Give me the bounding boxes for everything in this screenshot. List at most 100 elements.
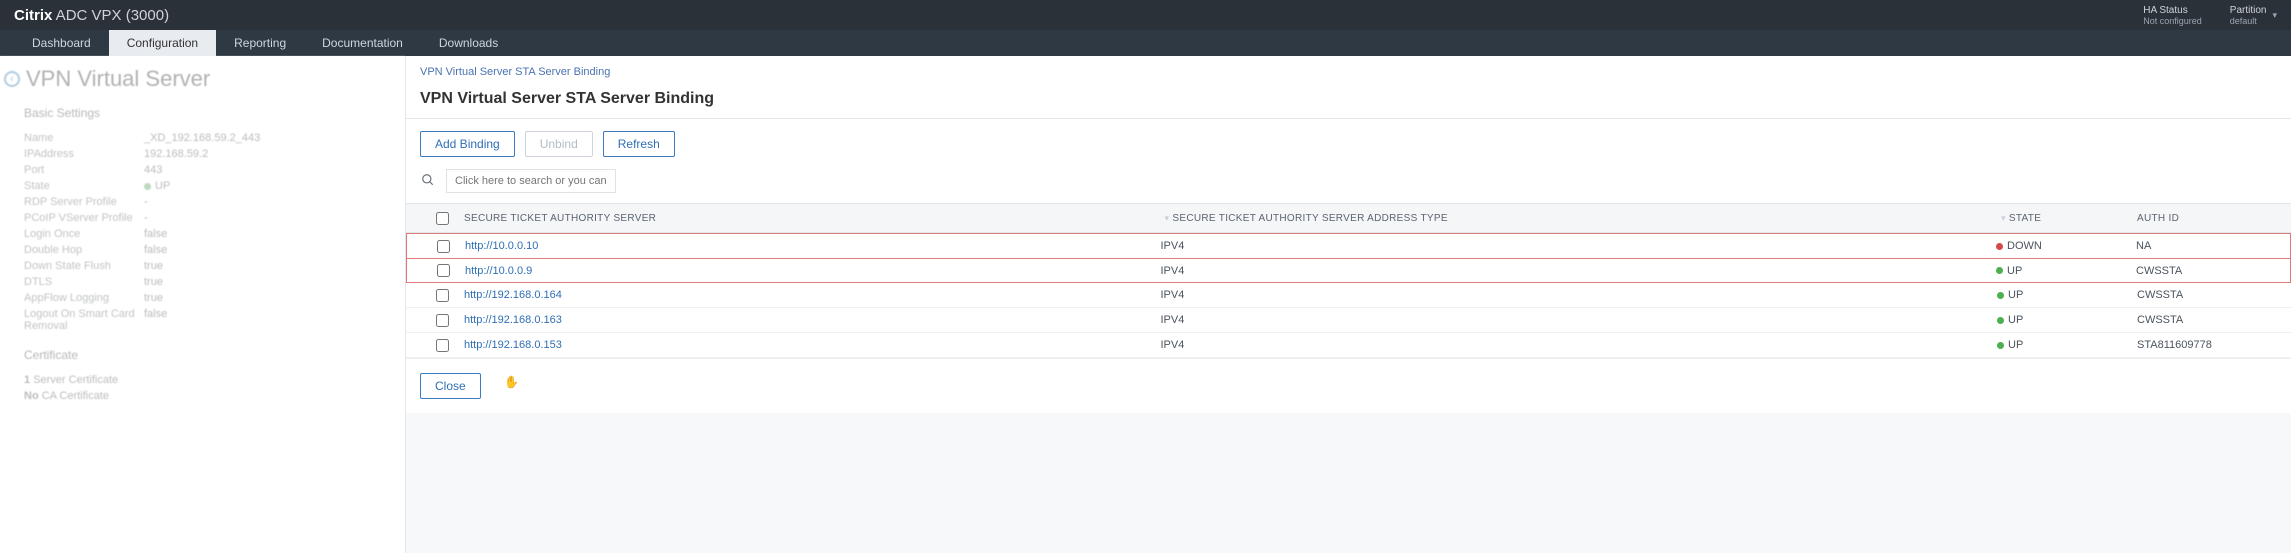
left-panel: ‹ VPN Virtual Server Basic Settings Name… [0, 56, 405, 553]
row-auth-id: CWSSTA [2137, 314, 2277, 326]
row-checkbox[interactable] [437, 240, 450, 253]
nav-downloads[interactable]: Downloads [421, 30, 516, 56]
row-checkbox-cell [420, 339, 464, 352]
select-all-checkbox[interactable] [436, 212, 449, 225]
row-sta-server[interactable]: http://10.0.0.9 [465, 265, 825, 277]
certificate-header: Certificate [24, 348, 405, 362]
brand-light: ADC VPX (3000) [52, 7, 169, 24]
dialog-title: VPN Virtual Server STA Server Binding [406, 84, 2291, 119]
row-checkbox-cell [420, 314, 464, 327]
cert-ca[interactable]: No CA Certificate [0, 388, 405, 404]
brand: Citrix ADC VPX (3000) [14, 7, 169, 24]
table-row[interactable]: http://10.0.0.9 IPV4 UPCWSSTA [406, 258, 2291, 283]
row-checkbox[interactable] [436, 339, 449, 352]
ha-status[interactable]: HA Status Not configured [2143, 5, 2202, 26]
add-binding-button[interactable]: Add Binding [420, 131, 515, 157]
row-auth-id: CWSSTA [2137, 289, 2277, 301]
select-all-cell [420, 212, 464, 225]
field-appflow: AppFlow Loggingtrue [0, 290, 405, 306]
field-rdp: RDP Server Profile- [0, 194, 405, 210]
sort-icon: ▾ [1165, 213, 1170, 223]
row-state: UP [1997, 314, 2137, 326]
partition-label: Partition [2230, 5, 2267, 16]
chevron-down-icon: ▾ [2272, 10, 2277, 21]
field-down-state-flush: Down State Flushtrue [0, 258, 405, 274]
partition-selector[interactable]: Partition default ▾ [2230, 5, 2277, 26]
row-auth-id: STA811609778 [2137, 339, 2277, 351]
col-addr-type[interactable]: ▾ SECURE TICKET AUTHORITY SERVER ADDRESS… [1161, 213, 1661, 224]
row-checkbox-cell [420, 289, 464, 302]
refresh-button[interactable]: Refresh [603, 131, 675, 157]
col-state[interactable]: ▾ STATE [1997, 213, 2137, 224]
ha-status-label: HA Status [2143, 5, 2187, 16]
field-double-hop: Double Hopfalse [0, 242, 405, 258]
search-input[interactable] [446, 169, 616, 193]
row-sta-server[interactable]: http://192.168.0.163 [464, 314, 824, 326]
state-dot-icon [144, 183, 151, 190]
topbar: Citrix ADC VPX (3000) HA Status Not conf… [0, 0, 2291, 30]
row-checkbox[interactable] [436, 314, 449, 327]
table-row[interactable]: http://192.168.0.153 IPV4 UPSTA811609778 [406, 333, 2291, 358]
nav-dashboard[interactable]: Dashboard [14, 30, 109, 56]
partition-value: default [2230, 16, 2267, 26]
state-dot-icon [1996, 243, 2003, 250]
sort-icon: ▾ [2001, 213, 2006, 223]
table-row[interactable]: http://10.0.0.10 IPV4 DOWNNA [406, 233, 2291, 258]
back-arrow-icon: ‹ [4, 71, 20, 87]
breadcrumb[interactable]: VPN Virtual Server STA Server Binding [406, 56, 2291, 84]
row-checkbox[interactable] [437, 264, 450, 277]
nav-tabs: Dashboard Configuration Reporting Docume… [0, 30, 2291, 56]
field-logout-smartcard: Logout On Smart Card Removalfalse [0, 306, 405, 334]
toolbar: Add Binding Unbind Refresh [406, 119, 2291, 165]
field-ip: IPAddress192.168.59.2 [0, 146, 405, 162]
row-auth-id: NA [2136, 240, 2276, 252]
state-dot-icon [1997, 342, 2004, 349]
field-pcoip: PCoIP VServer Profile- [0, 210, 405, 226]
close-button[interactable]: Close [420, 373, 481, 399]
row-addr-type: IPV4 [1161, 265, 1661, 277]
unbind-button[interactable]: Unbind [525, 131, 593, 157]
field-state: StateUP [0, 178, 405, 194]
sta-binding-dialog: VPN Virtual Server STA Server Binding VP… [405, 56, 2291, 553]
field-login-once: Login Oncefalse [0, 226, 405, 242]
sta-table: SECURE TICKET AUTHORITY SERVER ▾ SECURE … [406, 203, 2291, 358]
page-title: VPN Virtual Server [26, 66, 210, 92]
row-addr-type: IPV4 [1161, 339, 1661, 351]
row-checkbox-cell [421, 264, 465, 277]
search-icon [420, 173, 436, 190]
state-dot-icon [1996, 267, 2003, 274]
state-dot-icon [1997, 292, 2004, 299]
col-auth-id[interactable]: AUTH ID [2137, 213, 2277, 224]
row-sta-server[interactable]: http://192.168.0.164 [464, 289, 824, 301]
table-row[interactable]: http://192.168.0.164 IPV4 UPCWSSTA [406, 283, 2291, 308]
row-state: UP [1996, 265, 2136, 277]
dialog-footer: Close ✋ [406, 358, 2291, 413]
state-dot-icon [1997, 317, 2004, 324]
row-checkbox[interactable] [436, 289, 449, 302]
table-header: SECURE TICKET AUTHORITY SERVER ▾ SECURE … [406, 203, 2291, 233]
basic-settings-header: Basic Settings [24, 106, 405, 120]
row-sta-server[interactable]: http://192.168.0.153 [464, 339, 824, 351]
back-button[interactable]: ‹ VPN Virtual Server [4, 66, 405, 92]
brand-strong: Citrix [14, 7, 52, 24]
row-state: DOWN [1996, 240, 2136, 252]
field-name: Name_XD_192.168.59.2_443 [0, 130, 405, 146]
search-row [406, 165, 2291, 203]
ha-status-value: Not configured [2143, 16, 2202, 26]
field-port: Port443 [0, 162, 405, 178]
field-dtls: DTLStrue [0, 274, 405, 290]
row-auth-id: CWSSTA [2136, 265, 2276, 277]
row-addr-type: IPV4 [1161, 240, 1661, 252]
row-checkbox-cell [421, 240, 465, 253]
col-sta-server[interactable]: SECURE TICKET AUTHORITY SERVER [464, 213, 824, 224]
row-sta-server[interactable]: http://10.0.0.10 [465, 240, 825, 252]
cursor-icon: ✋ [504, 375, 519, 389]
row-addr-type: IPV4 [1161, 289, 1661, 301]
nav-reporting[interactable]: Reporting [216, 30, 304, 56]
row-state: UP [1997, 339, 2137, 351]
row-state: UP [1997, 289, 2137, 301]
nav-documentation[interactable]: Documentation [304, 30, 421, 56]
cert-server[interactable]: 1 Server Certificate [0, 372, 405, 388]
nav-configuration[interactable]: Configuration [109, 30, 216, 56]
table-row[interactable]: http://192.168.0.163IPV4UPCWSSTA [406, 308, 2291, 333]
